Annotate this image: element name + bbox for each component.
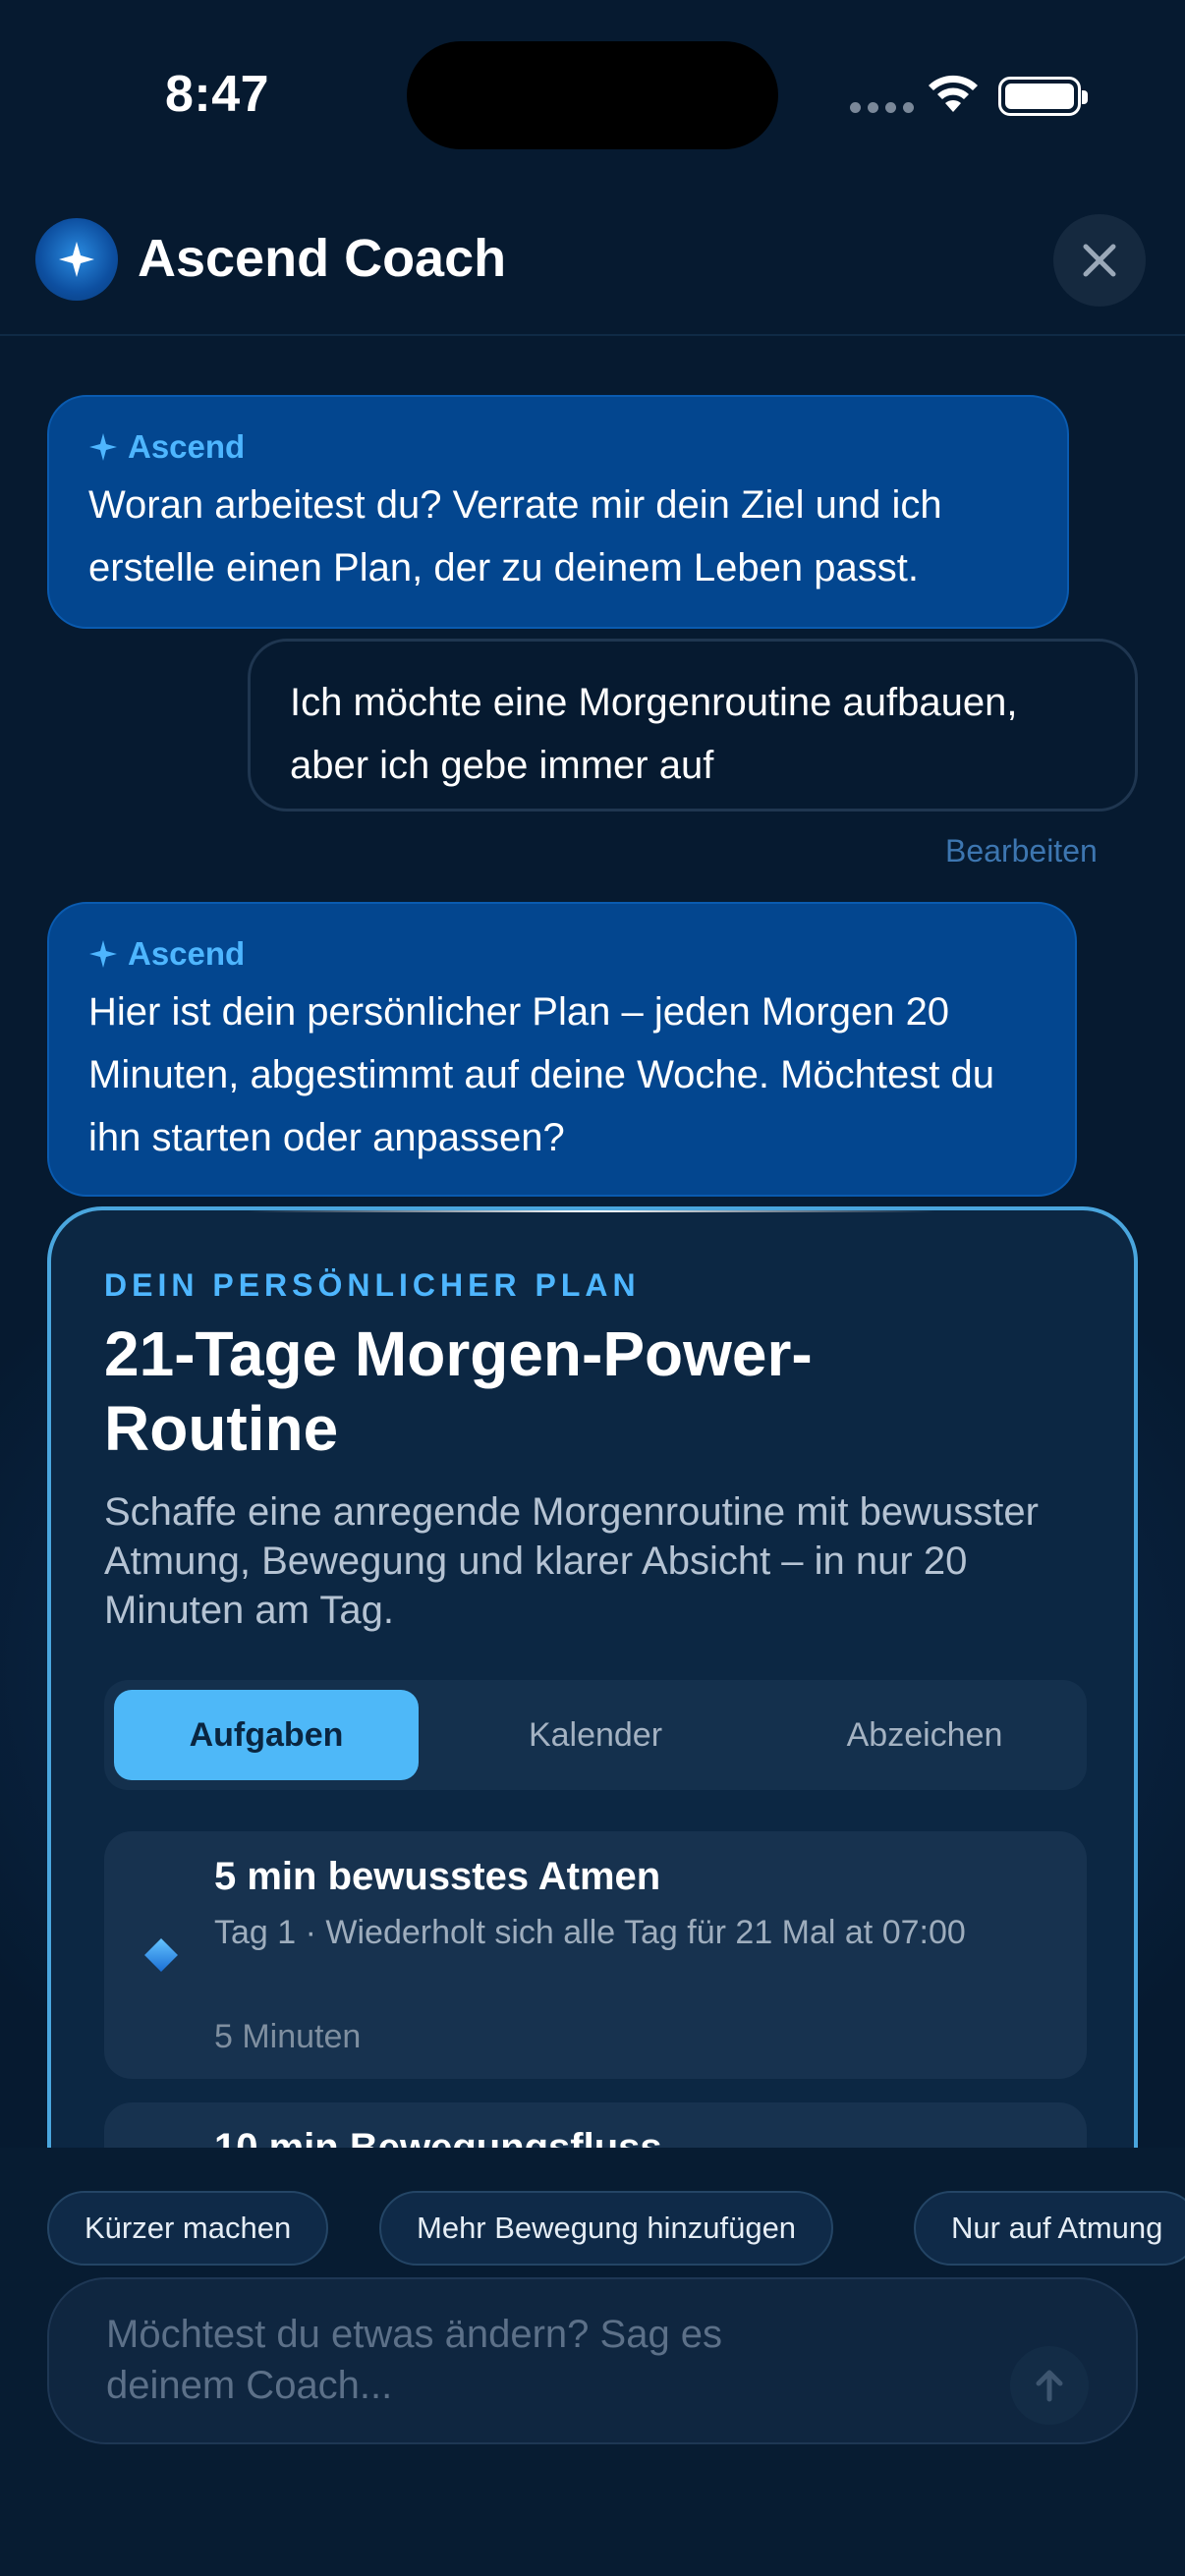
ai-sender-label: Ascend bbox=[88, 935, 1036, 973]
close-button[interactable] bbox=[1053, 214, 1146, 307]
page-title: Ascend Coach bbox=[138, 229, 507, 288]
ai-message: Ascend Woran arbeitest du? Verrate mir d… bbox=[47, 395, 1069, 629]
suggestion-chip[interactable]: Nur auf Atmung bbox=[914, 2191, 1185, 2266]
plan-title: 21-Tage Morgen-Power-Routine bbox=[104, 1318, 813, 1464]
wifi-icon bbox=[929, 75, 978, 112]
suggestion-chip[interactable]: Mehr Bewegung hinzufügen bbox=[379, 2191, 834, 2266]
edit-message-link[interactable]: Bearbeiten bbox=[945, 833, 1098, 869]
dynamic-island bbox=[407, 41, 778, 149]
ai-sender-label: Ascend bbox=[88, 428, 1028, 466]
ai-message-text: Woran arbeitest du? Verrate mir dein Zie… bbox=[88, 483, 942, 589]
status-bar: 8:47 bbox=[0, 0, 1185, 187]
ai-message-text: Hier ist dein persönlicher Plan – jeden … bbox=[88, 990, 994, 1159]
cellular-signal-icon bbox=[850, 102, 914, 113]
status-time: 8:47 bbox=[165, 66, 270, 123]
task-title: 5 min bewusstes Atmen bbox=[214, 1855, 661, 1898]
close-icon bbox=[1083, 244, 1116, 277]
tab-abzeichen[interactable]: Abzeichen bbox=[772, 1690, 1077, 1780]
app-header: Ascend Coach bbox=[0, 206, 1185, 336]
task-duration: 5 Minuten bbox=[214, 2018, 362, 2055]
user-message: Ich möchte eine Morgenroutine aufbauen, … bbox=[248, 639, 1138, 812]
ai-message: Ascend Hier ist dein persönlicher Plan –… bbox=[47, 902, 1077, 1197]
composer-area: Kürzer machen Mehr Bewegung hinzufügen N… bbox=[0, 2148, 1185, 2576]
suggestion-chip[interactable]: Kürzer machen bbox=[47, 2191, 329, 2266]
plan-eyebrow: DEIN PERSÖNLICHER PLAN bbox=[104, 1267, 641, 1303]
arrow-up-icon bbox=[1036, 2370, 1063, 2402]
tab-aufgaben[interactable]: Aufgaben bbox=[114, 1690, 419, 1780]
message-input-placeholder: Möchtest du etwas ändern? Sag es deinem … bbox=[106, 2313, 723, 2407]
plan-tabs: Aufgaben Kalender Abzeichen bbox=[104, 1680, 1087, 1790]
message-input[interactable]: Möchtest du etwas ändern? Sag es deinem … bbox=[47, 2277, 1138, 2444]
plan-description: Schaffe eine anregende Morgenroutine mit… bbox=[104, 1490, 1039, 1632]
task-item[interactable]: 5 min bewusstes Atmen Tag 1 · Wiederholt… bbox=[104, 1831, 1087, 2079]
sparkle-icon bbox=[89, 940, 117, 968]
battery-icon bbox=[998, 77, 1088, 116]
send-button[interactable] bbox=[1010, 2346, 1089, 2425]
task-schedule: Tag 1 · Wiederholt sich alle Tag für 21 … bbox=[214, 1914, 966, 1951]
diamond-icon bbox=[144, 1938, 178, 1972]
tab-kalender[interactable]: Kalender bbox=[443, 1690, 748, 1780]
user-message-text: Ich möchte eine Morgenroutine aufbauen, … bbox=[290, 681, 1018, 787]
sparkle-icon bbox=[89, 433, 117, 461]
sparkle-logo-icon bbox=[35, 218, 118, 301]
